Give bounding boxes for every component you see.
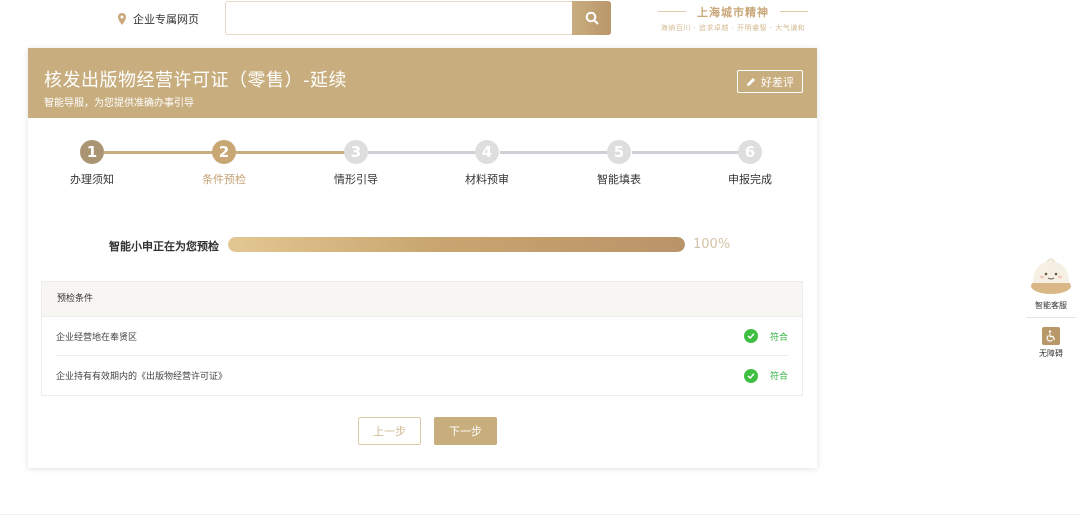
step-2[interactable]: 2 条件预检 [184, 140, 264, 187]
check-icon [743, 329, 758, 343]
step-navigation: 上一步 下一步 [358, 417, 497, 445]
table-header: 预检条件 [42, 282, 802, 317]
step-number: 6 [738, 140, 762, 164]
step-5[interactable]: 5 智能填表 [579, 140, 659, 187]
check-icon [743, 368, 758, 383]
status-text: 符合 [769, 372, 788, 382]
step-label: 办理须知 [70, 173, 114, 186]
step-label: 智能填表 [597, 173, 641, 186]
service-mascot-icon [1031, 258, 1071, 294]
search-input[interactable] [226, 2, 566, 34]
brand-subtitle: 海纳百川 · 追求卓越 · 开明睿智 · 大气谦和 [660, 24, 806, 32]
floating-side-panel: 智能客服 无障碍 [1026, 253, 1076, 359]
step-label: 情形引导 [334, 173, 378, 186]
step-label: 申报完成 [728, 173, 772, 186]
next-button[interactable]: 下一步 [434, 417, 497, 445]
page-subtitle: 智能导服，为您提供准确办事引导 [44, 98, 194, 109]
progress-track [228, 237, 685, 252]
step-6[interactable]: 6 申报完成 [710, 140, 790, 187]
edit-icon [747, 77, 755, 86]
step-1[interactable]: 1 办理须知 [52, 140, 132, 187]
location-selector[interactable]: 企业专属网页 [117, 11, 199, 27]
search-icon [585, 11, 599, 25]
review-button[interactable]: 好差评 [737, 70, 803, 93]
search-button[interactable] [572, 1, 611, 35]
condition-text: 企业持有有效期内的《出版物经营许可证》 [56, 372, 228, 382]
step-number: 5 [607, 140, 631, 164]
step-indicator: 1 办理须知 2 条件预检 3 情形引导 4 材料预审 5 智能填表 6 申报完… [28, 140, 817, 190]
step-label: 材料预审 [465, 173, 509, 186]
table-row: 企业经营地在奉贤区 符合 [56, 317, 788, 356]
accessibility-label: 无障碍 [1039, 349, 1063, 358]
step-number: 2 [212, 140, 236, 164]
location-pin-icon [118, 13, 126, 25]
condition-text: 企业经营地在奉贤区 [56, 332, 138, 343]
precheck-progress: 智能小申正在为您预检 100% [28, 236, 817, 256]
step-number: 1 [80, 140, 104, 164]
accessibility-icon [1042, 327, 1060, 345]
divider [1026, 317, 1076, 318]
location-label: 企业专属网页 [133, 13, 199, 26]
city-spirit-logo: 上海城市精神 海纳百川 · 追求卓越 · 开明睿智 · 大气谦和 [650, 4, 816, 33]
step-3[interactable]: 3 情形引导 [316, 140, 396, 187]
service-label: 智能客服 [1035, 301, 1067, 310]
footer-divider [0, 514, 1080, 515]
prev-button[interactable]: 上一步 [358, 417, 421, 445]
progress-percent: 100% [693, 237, 731, 252]
progress-fill [228, 237, 685, 252]
card-header: 核发出版物经营许可证（零售）-延续 智能导服，为您提供准确办事引导 好差评 [28, 48, 817, 118]
service-card: 核发出版物经营许可证（零售）-延续 智能导服，为您提供准确办事引导 好差评 1 … [28, 48, 817, 468]
step-number: 3 [344, 140, 368, 164]
status-badge: 符合 [743, 368, 788, 383]
step-4[interactable]: 4 材料预审 [447, 140, 527, 187]
precheck-table: 预检条件 企业经营地在奉贤区 符合 企业持有有效期内的《出版物经营许可证》 符合 [41, 281, 803, 396]
brand-title: 上海城市精神 [650, 4, 816, 20]
status-badge: 符合 [743, 329, 788, 343]
page-title: 核发出版物经营许可证（零售）-延续 [44, 70, 347, 91]
table-row: 企业持有有效期内的《出版物经营许可证》 符合 [56, 356, 788, 395]
step-label: 条件预检 [202, 173, 246, 186]
review-label: 好差评 [761, 75, 794, 89]
smart-service-entry[interactable]: 智能客服 [1026, 253, 1076, 311]
step-number: 4 [475, 140, 499, 164]
accessibility-entry[interactable]: 无障碍 [1026, 327, 1076, 359]
status-text: 符合 [769, 332, 788, 343]
progress-label: 智能小申正在为您预检 [109, 240, 219, 253]
top-bar: 企业专属网页 上海城市精神 海纳百川 · 追求卓越 · 开明睿智 · 大气谦和 [0, 0, 1080, 38]
search-box [225, 1, 611, 35]
